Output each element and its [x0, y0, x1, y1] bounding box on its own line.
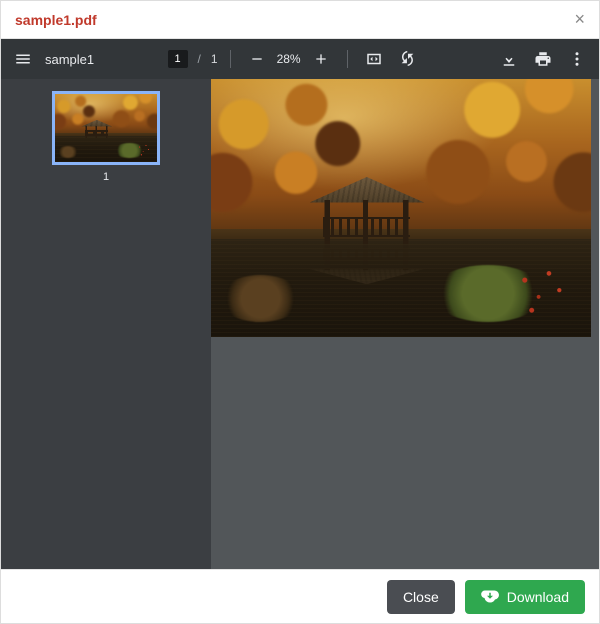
close-icon[interactable]: × — [574, 9, 585, 30]
modal-title: sample1.pdf — [15, 12, 97, 28]
download-button-label: Download — [507, 589, 569, 605]
cloud-download-icon — [481, 586, 499, 607]
more-icon[interactable] — [563, 45, 591, 73]
document-title: sample1 — [45, 52, 94, 67]
pdf-preview-modal: sample1.pdf × sample1 / 1 28% — [0, 0, 600, 624]
page-total: 1 — [211, 52, 218, 66]
viewer-toolbar: sample1 / 1 28% — [1, 39, 599, 79]
zoom-out-icon[interactable] — [243, 45, 271, 73]
download-icon[interactable] — [495, 45, 523, 73]
viewer-body: 1 — [1, 79, 599, 569]
thumbnail-item[interactable]: 1 — [52, 91, 160, 183]
print-icon[interactable] — [529, 45, 557, 73]
zoom-level: 28% — [277, 52, 301, 66]
close-button[interactable]: Close — [387, 580, 455, 614]
rotate-icon[interactable] — [394, 45, 422, 73]
modal-header: sample1.pdf × — [1, 1, 599, 39]
modal-footer: Close Download — [1, 569, 599, 623]
download-button[interactable]: Download — [465, 580, 585, 614]
pdf-viewer: sample1 / 1 28% — [1, 39, 599, 569]
page-canvas[interactable] — [211, 79, 599, 569]
fit-to-page-icon[interactable] — [360, 45, 388, 73]
page-number-input[interactable] — [168, 50, 188, 68]
thumbnail-image[interactable] — [52, 91, 160, 165]
toolbar-divider — [347, 50, 348, 68]
page-content — [211, 79, 591, 337]
thumbnail-number: 1 — [103, 171, 109, 183]
page-separator: / — [198, 52, 201, 66]
toolbar-divider — [230, 50, 231, 68]
zoom-in-icon[interactable] — [307, 45, 335, 73]
thumbnail-sidebar[interactable]: 1 — [1, 79, 211, 569]
menu-icon[interactable] — [9, 45, 37, 73]
